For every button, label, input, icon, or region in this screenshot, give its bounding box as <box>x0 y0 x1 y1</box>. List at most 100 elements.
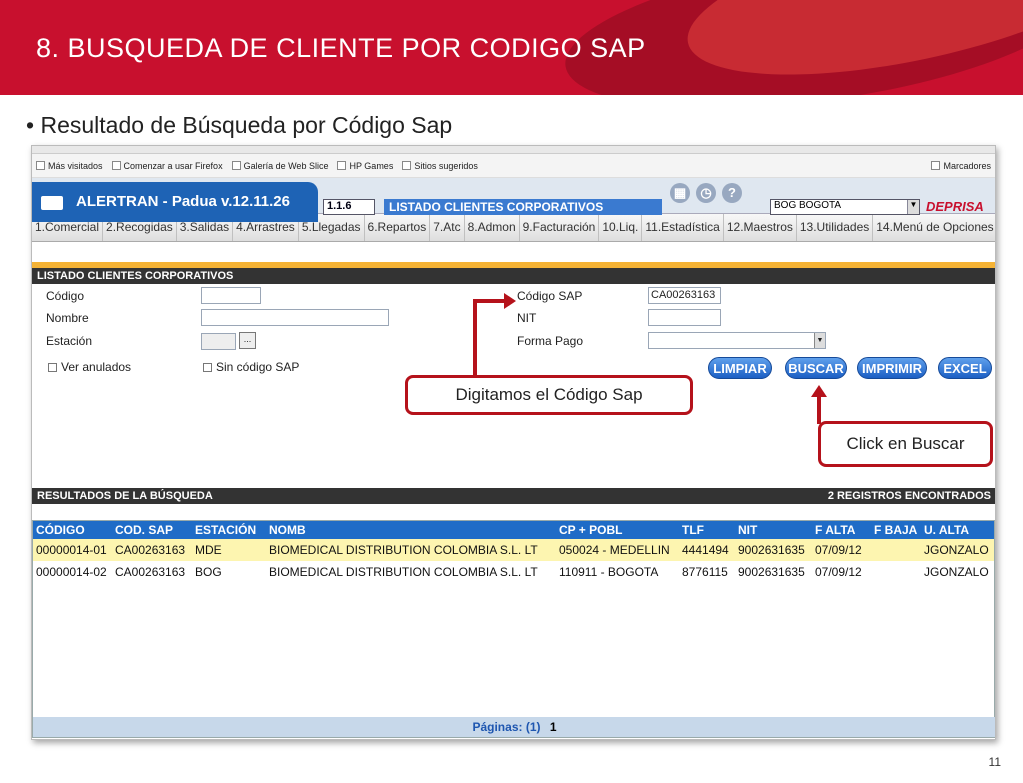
column-header[interactable]: TLF <box>682 523 738 537</box>
bullet-label: Resultado de Búsqueda por Código Sap <box>40 112 453 138</box>
estacion-input[interactable] <box>201 333 236 350</box>
callout-click-buscar: Click en Buscar <box>818 421 993 467</box>
star-icon <box>931 161 941 170</box>
table-cell: CA00263163 <box>115 565 186 579</box>
checkbox-box[interactable] <box>203 362 212 372</box>
menu-item[interactable]: 11.Estadística <box>642 214 724 241</box>
table-cell: 110911 - BOGOTA <box>559 565 659 579</box>
column-header[interactable]: U. ALTA <box>924 523 990 537</box>
brand-logo: DEPRISA <box>926 199 984 214</box>
nit-input[interactable] <box>648 309 721 326</box>
limpiar-button[interactable]: LIMPIAR <box>708 357 772 379</box>
table-cell: MDE <box>195 543 222 557</box>
marcadores-button[interactable]: Marcadores <box>931 161 991 171</box>
clock-icon[interactable]: ◷ <box>696 183 716 203</box>
menu-item[interactable]: 13.Utilidades <box>796 214 874 241</box>
column-header[interactable]: NIT <box>738 523 815 537</box>
buscar-button[interactable]: BUSCAR <box>785 357 847 379</box>
column-header[interactable]: F BAJA <box>874 523 924 537</box>
estacion-label: Estación <box>46 334 93 348</box>
checkbox-box[interactable] <box>48 362 57 372</box>
results-table: CÓDIGO COD. SAP ESTACIÓN NOMB CP + POBL … <box>32 520 995 738</box>
bookmarks-bar: Más visitados Comenzar a usar Firefox Ga… <box>32 154 995 178</box>
column-header[interactable]: CÓDIGO <box>33 523 115 537</box>
station-select[interactable]: BOG BOGOTA ▼ <box>770 199 920 215</box>
callout-arrow-vertical <box>473 300 477 378</box>
page-link[interactable]: 1 <box>550 720 557 734</box>
bookmark-mas-visitados[interactable]: Más visitados <box>36 161 103 171</box>
results-header-row: CÓDIGO COD. SAP ESTACIÓN NOMB CP + POBL … <box>33 521 994 539</box>
codigo-label: Código <box>46 289 85 303</box>
url-bar[interactable] <box>32 146 995 154</box>
bookmark-label: HP Games <box>349 160 394 171</box>
table-cell: 4441494 <box>682 543 729 557</box>
table-cell: 00000014-01 <box>36 543 107 557</box>
table-cell: 9002631635 <box>738 565 805 579</box>
nit-label: NIT <box>517 311 537 325</box>
table-row[interactable]: 00000014-02 CA00263163 BOG BIOMEDICAL DI… <box>33 561 994 583</box>
callout-arrow-vertical-2 <box>817 394 821 424</box>
ver-anulados-label: Ver anulados <box>61 360 132 374</box>
forma-pago-label: Forma Pago <box>517 334 584 348</box>
menu-item[interactable]: 8.Admon <box>464 214 520 241</box>
bookmark-firefox[interactable]: Comenzar a usar Firefox <box>111 161 223 171</box>
menu-item[interactable]: 7.Atc <box>430 214 465 241</box>
bookmark-label: Más visitados <box>48 160 103 171</box>
app-name-label: ALERTRAN - Padua v.12.11.26 <box>76 193 290 210</box>
callout-digitamos: Digitamos el Código Sap <box>405 375 693 415</box>
pagination: Páginas: (1) 1 <box>33 717 995 737</box>
chevron-down-icon[interactable]: ▼ <box>907 200 919 214</box>
bookmark-icon <box>337 161 347 170</box>
slide-title: 8. BUSQUEDA DE CLIENTE POR CODIGO SAP <box>36 33 646 63</box>
table-cell: 00000014-02 <box>36 565 107 579</box>
help-icon[interactable]: ? <box>722 183 742 203</box>
chevron-down-icon[interactable]: ▼ <box>814 333 825 348</box>
window-icon <box>41 196 63 210</box>
nombre-input[interactable] <box>201 309 389 326</box>
slide-header: 8. BUSQUEDA DE CLIENTE POR CODIGO SAP <box>0 0 1023 95</box>
form-section-title: LISTADO CLIENTES CORPORATIVOS <box>37 270 234 282</box>
bookmark-hp-games[interactable]: HP Games <box>337 161 393 171</box>
ver-anulados-checkbox[interactable]: Ver anulados <box>48 360 131 374</box>
forma-pago-select[interactable]: ▼ <box>648 332 826 349</box>
codigo-input[interactable] <box>201 287 261 304</box>
calendar-icon[interactable]: ▦ <box>670 183 690 203</box>
column-header[interactable]: CP + POBL <box>559 523 682 537</box>
bookmark-icon <box>402 161 412 170</box>
app-header: ALERTRAN - Padua v.12.11.26 1.1.6 LISTAD… <box>32 178 995 222</box>
tool-icons: ▦ ◷ ? <box>670 183 742 203</box>
bookmark-icon <box>36 161 45 170</box>
menu-item[interactable]: 10.Liq. <box>599 214 643 241</box>
codigo-sap-label: Código SAP <box>517 289 583 303</box>
column-header[interactable]: COD. SAP <box>115 523 195 537</box>
column-header[interactable]: NOMB <box>269 523 559 537</box>
arrow-head-icon <box>504 293 516 309</box>
table-row[interactable]: 00000014-01 CA00263163 MDE BIOMEDICAL DI… <box>33 539 994 561</box>
bookmark-icon <box>111 161 121 170</box>
table-cell: BOG <box>195 565 222 579</box>
excel-button[interactable]: EXCEL <box>938 357 992 379</box>
bookmark-sitios[interactable]: Sitios sugeridos <box>402 161 478 171</box>
table-cell: 07/09/12 <box>815 565 862 579</box>
menu-item[interactable]: 14.Menú de Opciones <box>873 214 995 241</box>
sin-codigo-sap-checkbox[interactable]: Sin código SAP <box>203 360 299 374</box>
column-header[interactable]: ESTACIÓN <box>195 523 269 537</box>
nombre-label: Nombre <box>46 311 89 325</box>
screen-title: LISTADO CLIENTES CORPORATIVOS <box>384 199 662 215</box>
table-cell: JGONZALO <box>924 543 989 557</box>
imprimir-button[interactable]: IMPRIMIR <box>857 357 927 379</box>
menu-item[interactable]: 9.Facturación <box>519 214 600 241</box>
page-number: 11 <box>988 755 1001 769</box>
estacion-lookup-button[interactable]: ... <box>239 332 256 349</box>
codigo-sap-input[interactable]: CA00263163 <box>648 287 721 304</box>
table-cell: 050024 - MEDELLIN <box>559 543 670 557</box>
table-cell: 8776115 <box>682 565 728 579</box>
bullet-text: • Resultado de Búsqueda por Código Sap <box>26 112 453 138</box>
bookmark-web-slice[interactable]: Galería de Web Slice <box>231 161 328 171</box>
arrow-head-icon <box>811 385 827 397</box>
menu-item[interactable]: 6.Repartos <box>364 214 431 241</box>
column-header[interactable]: F ALTA <box>815 523 874 537</box>
menu-item[interactable]: 12.Maestros <box>723 214 797 241</box>
marcadores-label: Marcadores <box>943 160 991 171</box>
version-box: 1.1.6 <box>323 199 375 215</box>
